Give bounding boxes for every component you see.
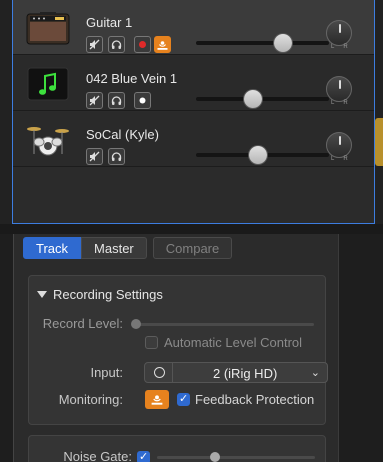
pan-lr-label: LR (331, 44, 357, 50)
record-enable-button[interactable] (134, 92, 151, 109)
pan-knob[interactable] (326, 76, 352, 102)
input-label: Input: (90, 365, 123, 380)
track-row-blue-vein[interactable]: 042 Blue Vein 1 LR (13, 56, 374, 111)
pan-knob[interactable] (326, 132, 352, 158)
track-list: Guitar 1 LR 042 Blue Vein 1 LR SoCal (Ky… (0, 0, 383, 224)
volume-slider-thumb[interactable] (249, 146, 267, 164)
record-level-slider-thumb[interactable] (131, 319, 141, 329)
smart-controls-inspector: Track Master Compare Recording Settings … (13, 234, 338, 462)
volume-slider[interactable] (196, 97, 329, 101)
mute-button[interactable] (86, 36, 103, 53)
pane-divider[interactable] (0, 224, 383, 234)
volume-slider-thumb[interactable] (274, 34, 292, 52)
track-name[interactable]: 042 Blue Vein 1 (86, 71, 177, 86)
solo-headphones-button[interactable] (108, 148, 125, 165)
music-note-icon (25, 64, 71, 104)
noise-gate-slider[interactable] (157, 456, 315, 459)
compare-button[interactable]: Compare (152, 237, 233, 259)
track-name[interactable]: SoCal (Kyle) (86, 127, 159, 142)
input-monitoring-button[interactable] (154, 36, 171, 53)
noise-gate-panel: Noise Gate: (28, 435, 326, 462)
mute-icon (89, 95, 100, 106)
tab-track[interactable]: Track (23, 237, 82, 259)
solo-headphones-button[interactable] (108, 36, 125, 53)
track-row-guitar[interactable]: Guitar 1 LR (13, 0, 374, 55)
monitoring-icon (157, 40, 168, 50)
disclosure-triangle-icon[interactable] (37, 291, 47, 298)
right-column (338, 234, 383, 462)
mute-button[interactable] (86, 148, 103, 165)
track-row-socal[interactable]: SoCal (Kyle) LR (13, 112, 374, 167)
volume-slider[interactable] (196, 41, 329, 45)
noise-gate-checkbox[interactable] (137, 450, 150, 462)
feedback-protection-label: Feedback Protection (195, 392, 315, 407)
feedback-protection-checkbox[interactable] (177, 392, 190, 406)
select-separator (172, 363, 173, 382)
inspector-tabs: Track Master Compare (23, 237, 233, 259)
noise-gate-slider-thumb[interactable] (210, 452, 220, 462)
record-icon (139, 41, 146, 48)
record-enable-button[interactable] (134, 36, 151, 53)
amp-icon (25, 8, 71, 48)
pan-lr-label: LR (331, 100, 357, 106)
mute-button[interactable] (86, 92, 103, 109)
solo-headphones-button[interactable] (108, 92, 125, 109)
region-edge[interactable] (375, 118, 383, 166)
record-level-label: Record Level: (42, 316, 123, 331)
monitoring-icon (151, 395, 163, 405)
record-icon (139, 97, 146, 104)
garageband-window: Guitar 1 LR 042 Blue Vein 1 LR SoCal (Ky… (0, 0, 383, 462)
monitoring-button[interactable] (145, 390, 169, 409)
mute-icon (89, 151, 100, 162)
automatic-level-control-label: Automatic Level Control (164, 335, 303, 350)
headphones-icon (111, 40, 122, 49)
headphones-icon (111, 152, 122, 161)
pan-lr-label: LR (331, 156, 357, 162)
drum-kit-icon (25, 120, 71, 160)
monitoring-label: Monitoring: (58, 392, 123, 407)
pan-knob[interactable] (326, 20, 352, 46)
headphones-icon (111, 96, 122, 105)
record-level-slider[interactable] (133, 323, 314, 326)
mono-input-icon[interactable] (154, 367, 165, 378)
recording-settings-panel: Recording Settings Record Level: Automat… (28, 275, 328, 425)
tab-master[interactable]: Master (81, 237, 147, 259)
volume-slider-thumb[interactable] (244, 90, 262, 108)
track-name[interactable]: Guitar 1 (86, 15, 132, 30)
input-select-value: 2 (iRig HD) (213, 366, 278, 381)
recording-settings-header[interactable]: Recording Settings (37, 287, 163, 302)
mute-icon (89, 39, 100, 50)
input-select[interactable]: 2 (iRig HD) ⌄ (144, 362, 328, 383)
automatic-level-control-checkbox[interactable] (145, 336, 158, 349)
chevron-down-icon: ⌄ (310, 367, 320, 379)
noise-gate-label: Noise Gate: (63, 449, 132, 462)
